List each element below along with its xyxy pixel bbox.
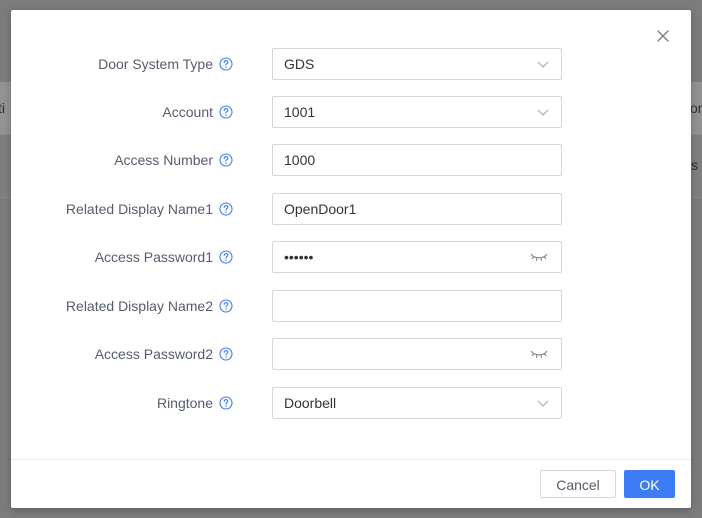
help-icon[interactable]	[219, 250, 233, 264]
cancel-button[interactable]: Cancel	[540, 470, 616, 498]
chevron-down-icon	[537, 59, 549, 69]
help-icon[interactable]	[219, 347, 233, 361]
input-value: 1000	[284, 152, 316, 168]
label-account: Account	[162, 104, 213, 120]
help-icon[interactable]	[219, 202, 233, 216]
field-label: Access Number	[114, 144, 233, 176]
access-password2-input[interactable]	[272, 338, 562, 370]
help-icon[interactable]	[219, 396, 233, 410]
chevron-down-icon	[537, 107, 549, 117]
password-value: ••••••	[284, 249, 314, 265]
label-related-display-name2: Related Display Name2	[65, 298, 213, 314]
close-icon	[657, 30, 669, 42]
field-label: Related Display Name2	[66, 290, 233, 322]
background-cell-fragment-right: s	[691, 157, 698, 173]
label-access-number: Access Number	[114, 152, 213, 168]
field-label: Access Password1	[95, 241, 233, 273]
eye-closed-icon[interactable]	[530, 251, 548, 263]
background-header-fragment-right: on	[690, 100, 702, 116]
label-door-system-type: Door System Type	[98, 56, 213, 72]
chevron-down-icon	[537, 398, 549, 408]
field-label: Access Password2	[95, 338, 233, 370]
close-button[interactable]	[653, 26, 673, 46]
form-row-account: Account 1001	[11, 96, 691, 128]
label-access-password1: Access Password1	[94, 249, 213, 265]
ok-button[interactable]: OK	[624, 470, 675, 498]
label-access-password2: Access Password2	[94, 346, 213, 362]
field-label: Door System Type	[98, 48, 233, 80]
form-row-related-display-name2: Related Display Name2	[11, 290, 691, 322]
form-row-access-password2: Access Password2	[11, 338, 691, 370]
door-system-dialog: Door System Type GDS Account 1001 Access…	[11, 10, 691, 508]
select-value: Doorbell	[284, 395, 337, 411]
input-value: OpenDoor1	[284, 201, 357, 217]
related-display-name1-input[interactable]: OpenDoor1	[272, 193, 562, 225]
help-icon[interactable]	[219, 153, 233, 167]
eye-closed-icon[interactable]	[530, 348, 548, 360]
access-password1-input[interactable]: ••••••	[272, 241, 562, 273]
form-row-ringtone: Ringtone Doorbell	[11, 387, 691, 419]
help-icon[interactable]	[219, 299, 233, 313]
select-value: 1001	[284, 104, 316, 120]
access-number-input[interactable]: 1000	[272, 144, 562, 176]
form-row-related-display-name1: Related Display Name1 OpenDoor1	[11, 193, 691, 225]
account-select[interactable]: 1001	[272, 96, 562, 128]
field-label: Ringtone	[157, 387, 233, 419]
label-related-display-name1: Related Display Name1	[65, 201, 213, 217]
dialog-footer: Cancel OK	[11, 459, 691, 509]
ringtone-select[interactable]: Doorbell	[272, 387, 562, 419]
form-row-access-number: Access Number 1000	[11, 144, 691, 176]
label-ringtone: Ringtone	[156, 395, 213, 411]
door-system-type-select[interactable]: GDS	[272, 48, 562, 80]
form-row-door-system-type: Door System Type GDS	[11, 48, 691, 80]
help-icon[interactable]	[219, 105, 233, 119]
help-icon[interactable]	[219, 57, 233, 71]
related-display-name2-input[interactable]	[272, 290, 562, 322]
select-value: GDS	[284, 56, 315, 72]
background-header-fragment-left: ti	[0, 100, 5, 116]
field-label: Account	[162, 96, 233, 128]
form-row-access-password1: Access Password1 ••••••	[11, 241, 691, 273]
field-label: Related Display Name1	[66, 193, 233, 225]
